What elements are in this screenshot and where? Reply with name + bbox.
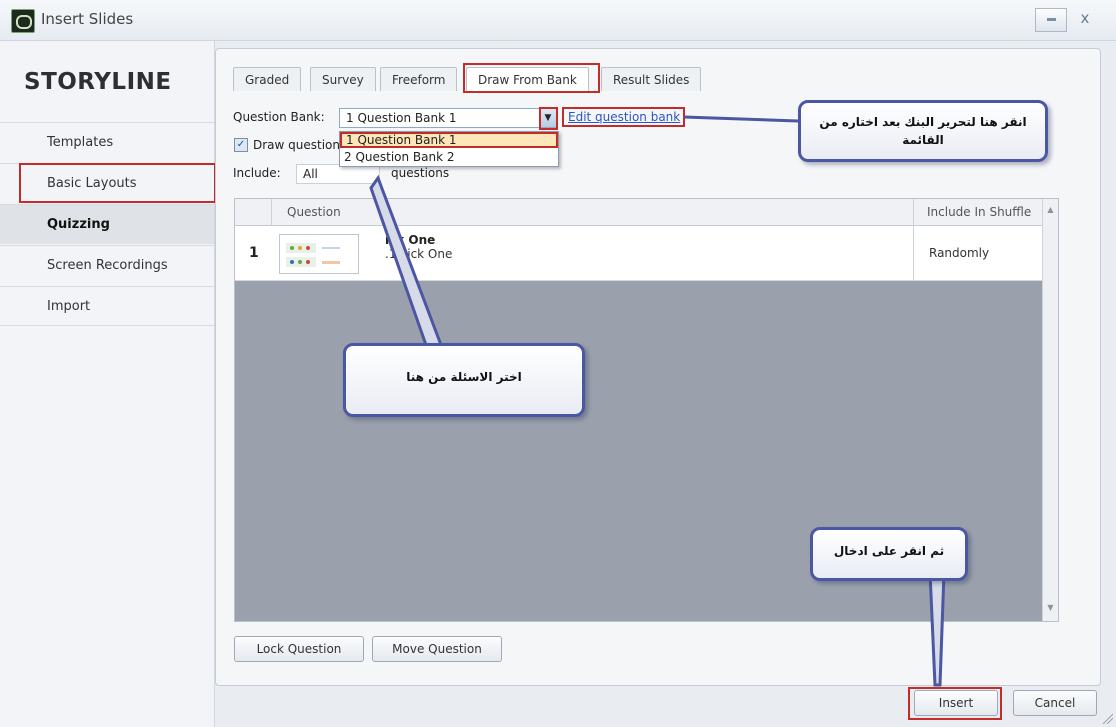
scroll-down-icon[interactable]: ▼ [1043,603,1058,612]
dropdown-option-bank-1[interactable]: 1 Question Bank 1 [340,132,558,148]
lock-question-button[interactable]: Lock Question [234,636,364,662]
tab-highlight-box [463,63,600,93]
include-select[interactable]: All [296,164,380,184]
row-number: 1 [249,245,259,261]
tab-freeform[interactable]: Freeform [380,67,458,91]
table-scrollbar[interactable]: ▲ ▼ [1042,199,1058,621]
callout-choose-questions: اختر الاسئلة من هنا [343,343,585,417]
tab-survey[interactable]: Survey [310,67,376,91]
window-titlebar: Insert Slides x [0,0,1116,41]
window-title: Insert Slides [41,10,134,28]
sidebar-item-import[interactable]: Import [0,286,214,326]
callout-click-insert: ثم انقر على ادخال [810,527,968,581]
question-bank-label: Question Bank: [233,110,325,124]
column-header-include-in-shuffle[interactable]: Include In Shuffle [927,199,1031,225]
column-separator [913,199,914,225]
include-suffix: questions [391,166,450,180]
sidebar-item-screen-recordings[interactable]: Screen Recordings [0,245,214,285]
include-in-shuffle-value[interactable]: Randomly [929,246,989,260]
column-separator [271,199,272,225]
table-row[interactable]: 1 ick One .1 Pick One Randomly [235,226,1043,281]
dropdown-option-bank-2[interactable]: 2 Question Bank 2 [340,149,558,165]
sidebar: STORYLINE Templates Basic Layouts Quizzi… [0,41,215,727]
table-header: Question Include In Shuffle [235,199,1058,226]
tab-result-slides[interactable]: Result Slides [601,67,702,91]
resize-grip-icon[interactable] [1101,712,1113,724]
question-bank-select[interactable]: 1 Question Bank 1 ▼ [339,108,557,128]
question-subtitle: .1 Pick One [385,247,453,261]
edit-link-highlight-box [562,107,685,127]
tab-graded[interactable]: Graded [233,67,302,91]
storyline-app-icon [11,9,35,33]
quizzing-highlight-box [19,163,216,203]
question-bank-dropdown-list: 1 Question Bank 1 2 Question Bank 2 [339,131,559,167]
include-value: All [303,167,318,181]
column-header-question[interactable]: Question [287,199,341,225]
brand-title: STORYLINE [24,69,172,95]
slide-thumbnail-icon [286,243,340,267]
callout-edit-bank: انقر هنا لتحرير البنك بعد اختاره من القا… [798,100,1048,162]
scroll-up-icon[interactable]: ▲ [1043,205,1058,214]
question-title: ick One [385,233,436,247]
question-bank-value: 1 Question Bank 1 [346,111,457,125]
draw-question-label: Draw question [253,138,340,152]
column-separator [913,226,914,280]
draw-question-checkbox[interactable]: ✓ [234,138,248,152]
sidebar-item-templates[interactable]: Templates [0,122,214,162]
include-label: Include: [233,166,281,180]
close-button[interactable]: x [1070,8,1100,30]
minimize-icon [1046,18,1056,21]
question-thumbnail [279,234,359,274]
insert-highlight-box [908,687,1002,720]
sidebar-item-quizzing[interactable]: Quizzing [0,204,214,244]
minimize-button[interactable] [1035,8,1067,32]
cancel-button[interactable]: Cancel [1013,690,1097,716]
move-question-button[interactable]: Move Question [372,636,502,662]
select-arrow-highlight-box [539,107,558,130]
